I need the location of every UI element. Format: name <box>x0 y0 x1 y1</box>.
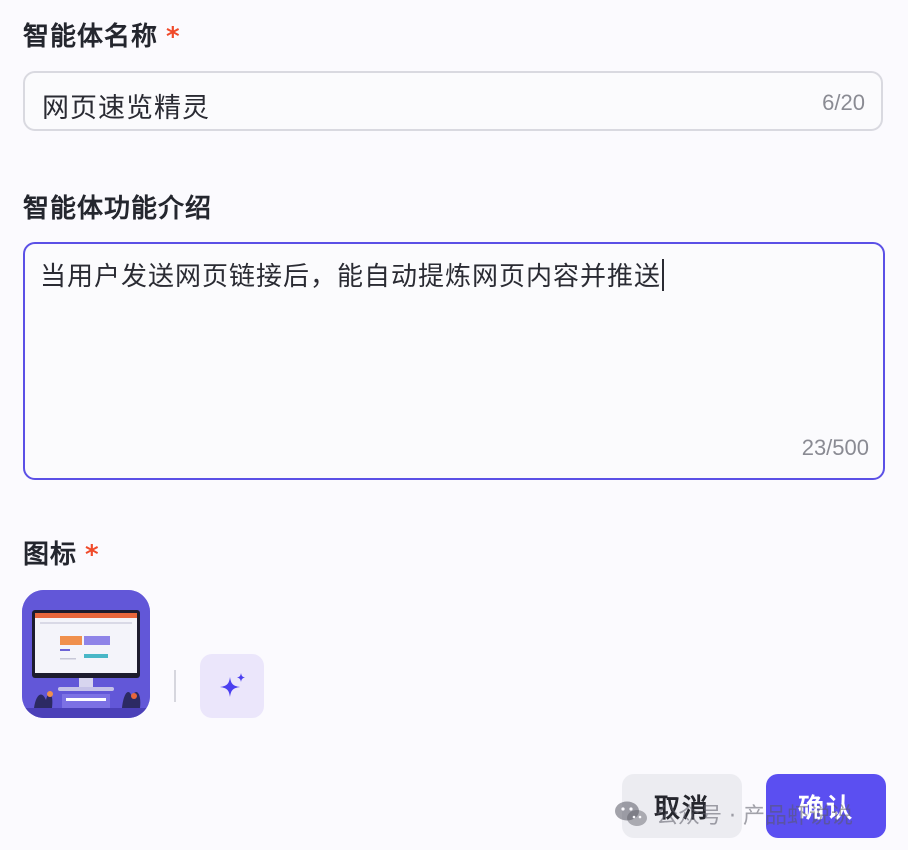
sparkle-icon <box>220 673 245 697</box>
text-caret <box>662 259 665 291</box>
required-mark: * <box>85 540 100 570</box>
confirm-button-label: 确认 <box>797 793 854 824</box>
agent-icon-image[interactable] <box>22 590 150 718</box>
agent-name-label-text: 智能体名称 <box>23 22 159 52</box>
confirm-button[interactable]: 确认 <box>766 774 886 838</box>
agent-name-counter: 6/20 <box>822 90 865 115</box>
icon-label: 图标 * <box>23 534 100 571</box>
agent-name-label: 智能体名称 * <box>23 16 181 53</box>
monitor-illustration-icon <box>22 590 150 718</box>
agent-description-value: 当用户发送网页链接后，能自动提炼网页内容并推送 <box>40 262 662 292</box>
ai-generate-icon-button[interactable] <box>200 654 264 718</box>
agent-description-label-text: 智能体功能介绍 <box>23 194 213 224</box>
required-mark: * <box>166 22 181 52</box>
agent-name-input[interactable]: 网页速览精灵 6/20 <box>23 71 883 131</box>
agent-name-value: 网页速览精灵 <box>42 93 210 124</box>
agent-description-counter: 23/500 <box>801 435 869 460</box>
divider <box>174 670 176 702</box>
cancel-button[interactable]: 取消 <box>622 774 742 838</box>
agent-description-content: 当用户发送网页链接后，能自动提炼网页内容并推送 <box>40 256 665 293</box>
icon-label-text: 图标 <box>23 540 78 570</box>
agent-description-textarea[interactable]: 当用户发送网页链接后，能自动提炼网页内容并推送 23/500 <box>23 242 885 480</box>
cancel-button-label: 取消 <box>653 793 710 824</box>
agent-description-label: 智能体功能介绍 <box>23 188 212 225</box>
